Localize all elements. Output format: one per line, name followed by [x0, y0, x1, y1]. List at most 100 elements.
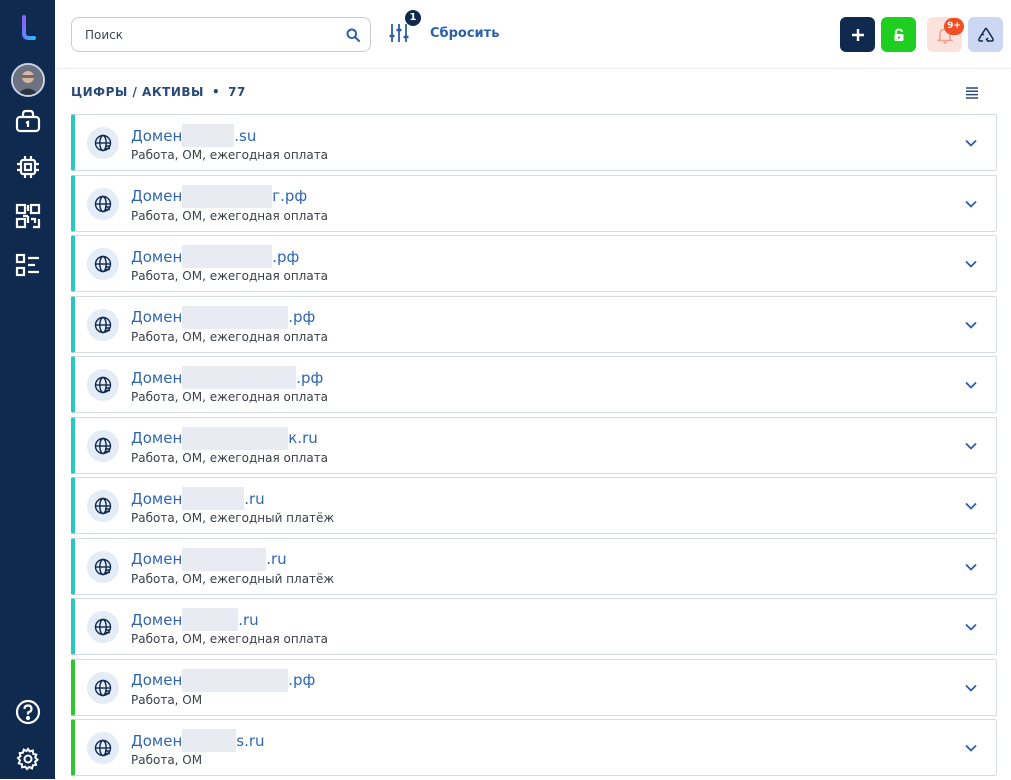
list-item[interactable]: Домен г.рф Работа, ОМ, ежегодная оплата [71, 174, 997, 232]
chip-icon[interactable] [0, 147, 55, 187]
list-item[interactable]: Домен .ru Работа, ОМ, ежегодная оплата [71, 598, 997, 655]
item-title-prefix: Домен [131, 731, 183, 750]
reset-filters-link[interactable]: Сбросить [430, 26, 499, 41]
chevron-down-icon[interactable] [964, 619, 978, 638]
chevron-down-icon[interactable] [964, 135, 978, 154]
item-title[interactable]: Домен .рф [131, 245, 299, 268]
item-title-suffix: .рф [288, 308, 316, 326]
search-icon[interactable] [346, 27, 360, 46]
chevron-down-icon[interactable] [964, 498, 978, 517]
chevron-down-icon[interactable] [964, 438, 978, 457]
list-item[interactable]: Домен .рф Работа, ОМ, ежегодная оплата [71, 356, 997, 413]
item-title-prefix: Домен [131, 610, 183, 629]
item-title-prefix: Домен [131, 429, 183, 447]
item-subtitle: Работа, ОМ [131, 753, 203, 767]
item-title[interactable]: Домен к.ru [131, 426, 318, 450]
search-input[interactable] [72, 18, 340, 51]
item-title-prefix: Домен [131, 247, 183, 266]
list-item[interactable]: Домен .ru Работа, ОМ, ежегодный платёж [71, 537, 997, 595]
item-title[interactable]: Домен .ru [131, 487, 265, 510]
item-title-prefix: Домен [131, 368, 183, 387]
redacted-block [182, 487, 245, 510]
chevron-down-icon[interactable] [964, 256, 978, 275]
sidebar [0, 0, 55, 779]
item-subtitle: Работа, ОМ, ежегодная оплата [131, 269, 329, 283]
briefcase-icon[interactable] [0, 101, 55, 141]
list-view-icon[interactable] [965, 85, 979, 104]
checklist-icon[interactable] [0, 245, 55, 285]
item-title-prefix: Домен [131, 489, 183, 508]
unlock-button[interactable] [881, 17, 916, 52]
item-subtitle: Работа, ОМ, ежегодный платёж [131, 571, 335, 586]
filter-icon[interactable] [388, 22, 410, 44]
redacted-block [182, 124, 235, 147]
notifications-badge: 9+ [944, 18, 964, 35]
item-title[interactable]: Домен .рф [131, 668, 315, 692]
globe-icon [87, 248, 119, 280]
item-title-suffix: .рф [296, 368, 324, 387]
list-item[interactable]: Домен .рф Работа, ОМ, ежегодная оплата [71, 295, 997, 353]
top-bar: 1 Сбросить 9+ [55, 0, 1011, 69]
avatar[interactable] [11, 63, 45, 97]
list-item[interactable]: Домен .ru Работа, ОМ, ежегодный платёж [71, 477, 997, 534]
item-subtitle: Работа, ОМ, ежегодная оплата [131, 632, 329, 646]
item-title[interactable]: Домен .su [131, 124, 256, 147]
chevron-down-icon[interactable] [964, 680, 978, 699]
help-circle-icon[interactable] [0, 692, 55, 732]
list-item[interactable]: Домен .su Работа, ОМ, ежегодная оплата [71, 114, 997, 171]
redacted-block [182, 608, 239, 631]
globe-icon [87, 369, 119, 401]
item-title[interactable]: Домен .рф [131, 366, 323, 389]
item-title-prefix: Домен [131, 550, 183, 568]
chevron-down-icon[interactable] [964, 377, 978, 396]
item-title[interactable]: Домен s.ru [131, 729, 265, 752]
filter-count-badge: 1 [405, 10, 421, 26]
item-subtitle: Работа, ОМ, ежегодная оплата [131, 208, 329, 223]
item-title-suffix: .su [234, 126, 257, 145]
asset-list: Домен .su Работа, ОМ, ежегодная оплата Доме… [71, 114, 997, 780]
redacted-block [182, 426, 289, 450]
recycle-icon [977, 27, 994, 42]
item-title-suffix: .ru [238, 610, 259, 629]
redacted-block [182, 668, 289, 692]
section-title: ЦИФРЫ / АКТИВЫ • 77 [71, 85, 246, 99]
item-title[interactable]: Домен г.рф [131, 184, 308, 208]
item-title-suffix: .ru [266, 550, 287, 568]
qr-code-icon[interactable] [0, 196, 55, 236]
item-subtitle: Работа, ОМ, ежегодный платёж [131, 511, 335, 525]
section-separator: • [211, 85, 221, 99]
item-title[interactable]: Домен .ru [131, 608, 259, 631]
chevron-down-icon[interactable] [964, 317, 978, 336]
item-title-suffix: г.рф [272, 187, 308, 205]
chevron-down-icon[interactable] [964, 740, 978, 759]
redacted-block [182, 305, 289, 329]
add-button[interactable] [840, 17, 875, 52]
item-title[interactable]: Домен .рф [131, 305, 316, 329]
item-title-prefix: Домен [131, 308, 183, 326]
redacted-block [182, 366, 297, 389]
gear-icon[interactable] [0, 739, 55, 779]
redacted-block [182, 184, 273, 208]
item-title-suffix: .ru [244, 489, 265, 508]
item-subtitle: Работа, ОМ, ежегодная оплата [131, 148, 329, 162]
globe-icon [87, 308, 119, 341]
recycle-button[interactable] [968, 17, 1003, 52]
chevron-down-icon[interactable] [964, 196, 978, 215]
item-title[interactable]: Домен .ru [131, 547, 287, 571]
search-box [71, 17, 371, 52]
globe-icon [87, 611, 119, 643]
list-item[interactable]: Домен .рф Работа, ОМ, ежегодная оплата [71, 235, 997, 292]
list-item[interactable]: Домен s.ru Работа, ОМ [71, 719, 997, 776]
globe-icon [87, 671, 119, 704]
item-subtitle: Работа, ОМ, ежегодная оплата [131, 329, 329, 344]
redacted-block [182, 729, 237, 752]
logo-t-icon[interactable] [0, 8, 55, 48]
section-title-text: ЦИФРЫ / АКТИВЫ [71, 85, 204, 99]
list-item[interactable]: Домен .рф Работа, ОМ [71, 658, 997, 716]
globe-icon [87, 187, 119, 220]
item-title-suffix: к.ru [288, 429, 318, 447]
item-title-suffix: s.ru [236, 731, 265, 750]
chevron-down-icon[interactable] [964, 559, 978, 578]
section-count: 77 [228, 85, 246, 99]
list-item[interactable]: Домен к.ru Работа, ОМ, ежегодная оплата [71, 416, 997, 474]
